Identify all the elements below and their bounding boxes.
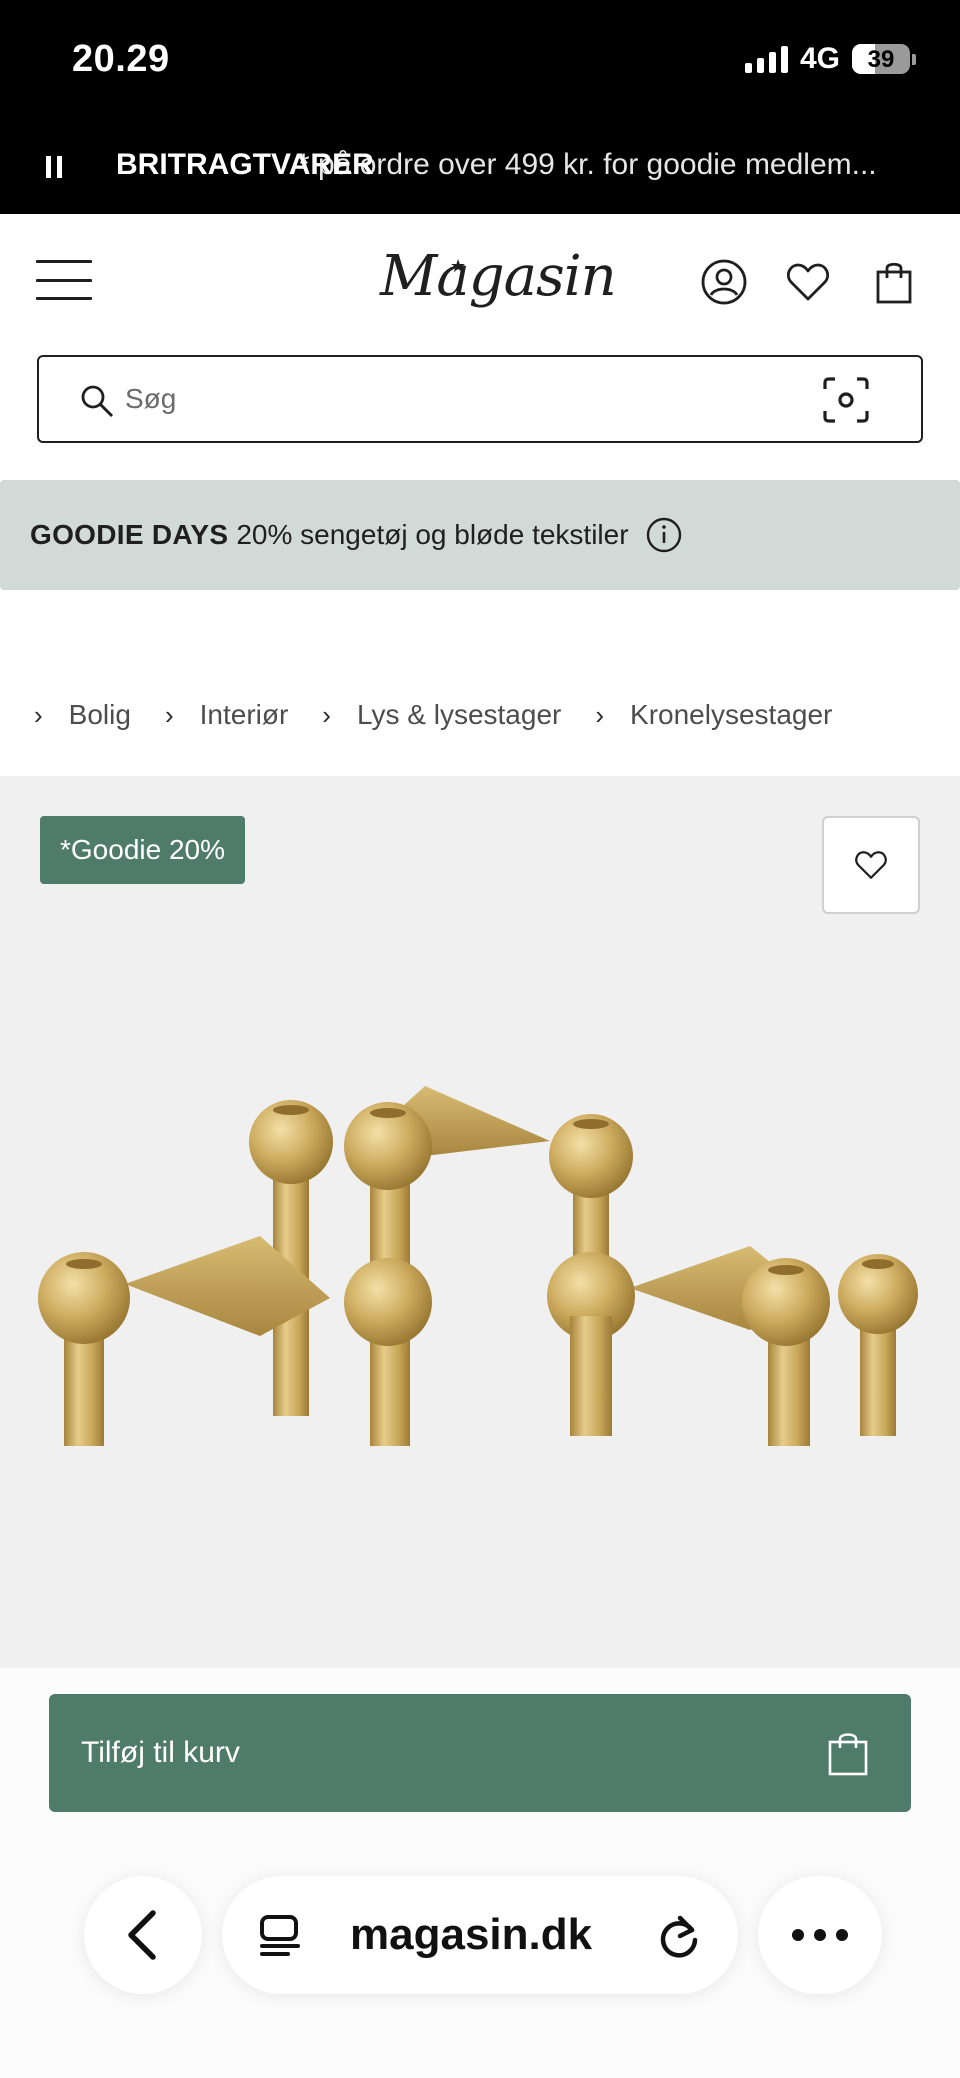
pause-icon[interactable] [46, 150, 68, 182]
announcement-bar: BRITRAGTVARER * på ordre over 499 kr. fo… [0, 120, 960, 214]
logo[interactable]: ★ Magasin [380, 244, 617, 314]
logo-text: Magasin [380, 244, 617, 309]
status-bar: 20.29 4G 39 [0, 0, 960, 120]
chevron-right-icon: › [322, 699, 331, 730]
status-indicators: 4G 39 [744, 42, 916, 76]
chevron-right-icon: › [164, 699, 174, 730]
breadcrumb: › Bolig › Interiør › Lys & lysestager › … [0, 690, 960, 740]
breadcrumb-item-kronelysestager[interactable]: › Kronelysestager [595, 699, 832, 731]
logo-star-icon: ★ [450, 256, 466, 277]
bag-icon [828, 1733, 868, 1776]
signal-icon [744, 45, 788, 73]
account-icon[interactable] [700, 258, 748, 306]
search-bar [37, 355, 923, 443]
add-to-wishlist-button[interactable] [822, 816, 920, 914]
promo-banner[interactable]: GOODIE DAYS 20% sengetøj og bløde teksti… [0, 480, 960, 590]
dot [792, 1929, 804, 1941]
breadcrumb-label: Kronelysestager [630, 699, 833, 730]
breadcrumb-item-interior[interactable]: › Interiør [165, 699, 288, 731]
product-image [38, 1086, 918, 1446]
dot [814, 1929, 826, 1941]
bag-icon[interactable] [870, 258, 918, 306]
network-label: 4G [799, 42, 840, 75]
reload-icon[interactable] [656, 1912, 702, 1960]
wishlist-icon[interactable] [784, 258, 832, 306]
announcement-ticker[interactable]: BRITRAGTVARER * på ordre over 499 kr. fo… [116, 148, 936, 188]
product-gallery[interactable]: *Goodie 20% [0, 776, 960, 1668]
breadcrumb-label: Bolig [68, 699, 131, 730]
battery-icon: 39 [852, 44, 910, 74]
breadcrumb-item-lys[interactable]: › Lys & lysestager [322, 699, 561, 731]
chevron-right-icon: › [595, 699, 605, 730]
back-button[interactable] [84, 1876, 202, 1994]
heart-icon [855, 851, 887, 879]
discount-badge: *Goodie 20% [40, 816, 246, 884]
breadcrumb-item-bolig[interactable]: › Bolig [34, 699, 131, 731]
breadcrumb-label: Lys & lysestager [356, 699, 562, 730]
url-text: magasin.dk [350, 1910, 593, 1959]
search-icon [81, 385, 114, 418]
dot [836, 1929, 848, 1941]
camera-scan-icon[interactable] [821, 375, 871, 425]
site-header: ★ Magasin [0, 214, 960, 344]
more-options-button[interactable] [758, 1876, 882, 1994]
promo-text: 20% sengetøj og bløde tekstiler [236, 519, 629, 550]
chevron-right-icon: › [34, 699, 43, 730]
status-time: 20.29 [72, 38, 170, 80]
menu-icon[interactable] [36, 260, 92, 300]
address-bar[interactable]: magasin.dk [222, 1876, 738, 1994]
add-to-cart-label: Tilføj til kurv [81, 1736, 240, 1769]
battery-percent: 39 [867, 46, 895, 73]
add-to-cart-button[interactable]: Tilføj til kurv [49, 1694, 911, 1812]
browser-toolbar: magasin.dk [0, 1860, 960, 2078]
search-input[interactable] [125, 375, 805, 423]
promo-title: GOODIE DAYS [30, 519, 229, 550]
announcement-text-secondary: * på ordre over 499 kr. for goodie medle… [298, 148, 877, 181]
reader-mode-icon[interactable] [258, 1914, 304, 1958]
chevron-left-icon [128, 1910, 156, 1960]
breadcrumb-label: Interiør [199, 699, 289, 730]
page: 20.29 4G 39 BRITRAGTVARER * på ordre ove… [0, 0, 960, 2078]
info-icon[interactable] [645, 516, 683, 554]
